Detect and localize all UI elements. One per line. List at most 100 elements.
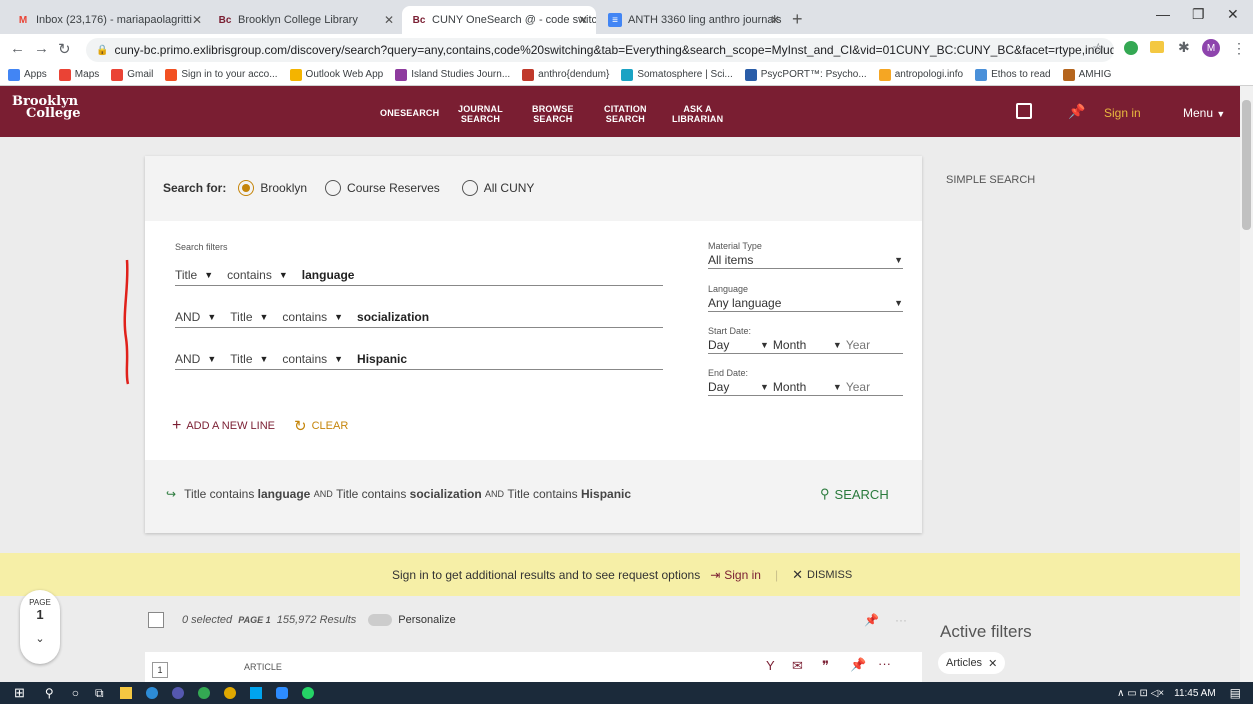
bookmark-item[interactable]: AMHIG: [1062, 68, 1111, 81]
tab-onesearch[interactable]: Bc CUNY OneSearch @ - code switc ✕: [402, 6, 596, 34]
bookmark-y-icon[interactable]: Y: [766, 658, 775, 673]
whatsapp-icon[interactable]: [301, 687, 314, 699]
chrome-icon[interactable]: [197, 687, 210, 699]
reload-icon[interactable]: ↻: [58, 40, 71, 58]
sign-in-icon: ⇥: [710, 568, 721, 582]
bookmark-item[interactable]: anthro{dendum}: [522, 68, 609, 81]
close-icon[interactable]: ✕: [770, 13, 780, 27]
clear-button[interactable]: ↻ CLEAR: [294, 417, 348, 435]
scope-radio-all-cuny[interactable]: All CUNY: [461, 180, 534, 196]
bookmark-item[interactable]: Apps: [8, 68, 47, 81]
notifications-icon[interactable]: ▤: [1230, 686, 1241, 700]
menu-button[interactable]: Menu ▼: [1183, 106, 1225, 120]
more-vert-icon[interactable]: ⋮: [1232, 40, 1246, 57]
language-select[interactable]: Language Any language ▼: [708, 284, 903, 312]
bookmark-item[interactable]: Island Studies Journ...: [395, 68, 510, 81]
field-dropdown[interactable]: Title ▼: [230, 310, 268, 324]
nav-ask-librarian[interactable]: ASK A LIBRARIAN: [672, 104, 723, 124]
bookmark-item[interactable]: Gmail: [111, 68, 153, 81]
bookmark-item[interactable]: Outlook Web App: [289, 68, 383, 81]
pin-icon[interactable]: 📌: [864, 613, 879, 627]
brooklyn-college-logo[interactable]: Brooklyn College: [12, 95, 81, 120]
query-term-input[interactable]: Hispanic: [357, 352, 407, 366]
window-close-icon[interactable]: ✕: [1227, 6, 1239, 23]
scrollbar-thumb[interactable]: [1242, 100, 1251, 230]
nav-browse-search[interactable]: BROWSE SEARCH: [532, 104, 574, 124]
bookmark-item[interactable]: antropologi.info: [878, 68, 963, 81]
minimize-icon[interactable]: —: [1156, 6, 1170, 22]
qr-code-icon[interactable]: [1016, 103, 1032, 119]
tab-brooklyn-library[interactable]: Bc Brooklyn College Library ✕: [208, 6, 402, 34]
field-dropdown[interactable]: Title ▼: [175, 268, 213, 282]
pin-icon[interactable]: 📌: [1068, 103, 1085, 120]
material-type-select[interactable]: Material Type All items ▼: [708, 241, 903, 269]
bookmark-item[interactable]: Ethos to read: [975, 68, 1051, 81]
folder-extension-icon[interactable]: [1150, 41, 1164, 53]
tab-anth-doc[interactable]: ≡ ANTH 3360 ling anthro journals ✕: [598, 6, 788, 34]
bookmark-item[interactable]: Maps: [58, 68, 99, 81]
field-dropdown[interactable]: Title ▼: [230, 352, 268, 366]
email-icon[interactable]: ✉: [792, 658, 803, 674]
extension-icon[interactable]: [1124, 41, 1138, 55]
puzzle-icon[interactable]: ✱: [1178, 39, 1190, 56]
url-field[interactable]: 🔒 cuny-bc.primo.exlibrisgroup.com/discov…: [86, 38, 1114, 62]
add-new-line-button[interactable]: + ADD A NEW LINE: [172, 417, 275, 435]
more-horiz-icon[interactable]: ···: [878, 656, 891, 671]
close-icon[interactable]: ✕: [192, 13, 202, 27]
dismiss-button[interactable]: ✕ DISMISS: [792, 567, 852, 583]
system-tray-icons[interactable]: ∧ ▭ ⊡ ◁×: [1117, 688, 1164, 699]
close-icon[interactable]: ✕: [578, 13, 588, 27]
bookmark-item[interactable]: Sign in to your acco...: [165, 68, 278, 81]
bookmark-item[interactable]: Somatosphere | Sci...: [621, 68, 733, 81]
condition-dropdown[interactable]: contains ▼: [282, 352, 343, 366]
windows-start-icon[interactable]: ⊞: [14, 685, 25, 701]
select-all-checkbox[interactable]: [148, 612, 164, 628]
zoom-icon[interactable]: [275, 687, 288, 699]
end-day-select[interactable]: Day: [708, 380, 760, 394]
start-year-input[interactable]: Year: [846, 338, 870, 352]
bookmark-item[interactable]: PsycPORT™: Psycho...: [744, 68, 867, 81]
simple-search-link[interactable]: SIMPLE SEARCH: [946, 174, 1035, 186]
end-month-select[interactable]: Month: [773, 380, 833, 394]
header-sign-in-link[interactable]: Sign in: [1104, 106, 1141, 120]
file-explorer-icon[interactable]: [119, 687, 132, 699]
search-button[interactable]: ⚲ SEARCH: [820, 486, 889, 502]
more-horiz-icon[interactable]: ···: [895, 613, 907, 627]
forward-arrow-icon[interactable]: →: [34, 40, 49, 57]
citation-icon[interactable]: ❞: [822, 658, 829, 674]
chevron-down-icon[interactable]: ⌄: [20, 632, 60, 645]
new-tab-plus-icon[interactable]: +: [792, 9, 803, 30]
maximize-icon[interactable]: ❐: [1192, 6, 1205, 23]
nav-citation-search[interactable]: CITATION SEARCH: [604, 104, 647, 124]
back-arrow-icon[interactable]: ←: [10, 40, 25, 57]
teams-icon[interactable]: [171, 687, 184, 699]
start-month-select[interactable]: Month: [773, 338, 833, 352]
nav-journal-search[interactable]: JOURNAL SEARCH: [458, 104, 503, 124]
operator-dropdown[interactable]: AND ▼: [175, 310, 216, 324]
close-icon[interactable]: ✕: [988, 657, 997, 670]
filter-chip-articles[interactable]: Articles ✕: [938, 652, 1006, 674]
task-view-icon[interactable]: ⧉: [95, 686, 104, 701]
query-term-input[interactable]: language: [302, 268, 355, 282]
close-icon[interactable]: ✕: [384, 13, 394, 27]
cortana-icon[interactable]: ○: [72, 686, 79, 700]
start-day-select[interactable]: Day: [708, 338, 760, 352]
search-icon[interactable]: ⚲: [45, 686, 54, 700]
nav-onesearch[interactable]: ONESEARCH: [380, 108, 439, 118]
query-term-input[interactable]: socialization: [357, 310, 429, 324]
end-year-input[interactable]: Year: [846, 380, 870, 394]
app-icon[interactable]: [249, 687, 262, 699]
bookmark-star-icon[interactable]: ☆: [1092, 40, 1105, 57]
tab-gmail[interactable]: M Inbox (23,176) - mariapaolagritti ✕: [6, 6, 210, 34]
app-icon[interactable]: [145, 687, 158, 699]
banner-sign-in-link[interactable]: ⇥ Sign in: [710, 568, 761, 582]
condition-dropdown[interactable]: contains ▼: [282, 310, 343, 324]
scope-radio-brooklyn[interactable]: Brooklyn: [238, 180, 307, 196]
profile-avatar[interactable]: M: [1202, 39, 1220, 57]
scope-radio-course-reserves[interactable]: Course Reserves: [325, 180, 440, 196]
personalize-toggle[interactable]: [368, 614, 393, 626]
pin-icon[interactable]: 📌: [850, 657, 866, 673]
operator-dropdown[interactable]: AND ▼: [175, 352, 216, 366]
condition-dropdown[interactable]: contains ▼: [227, 268, 288, 282]
chrome-icon[interactable]: [223, 687, 236, 699]
